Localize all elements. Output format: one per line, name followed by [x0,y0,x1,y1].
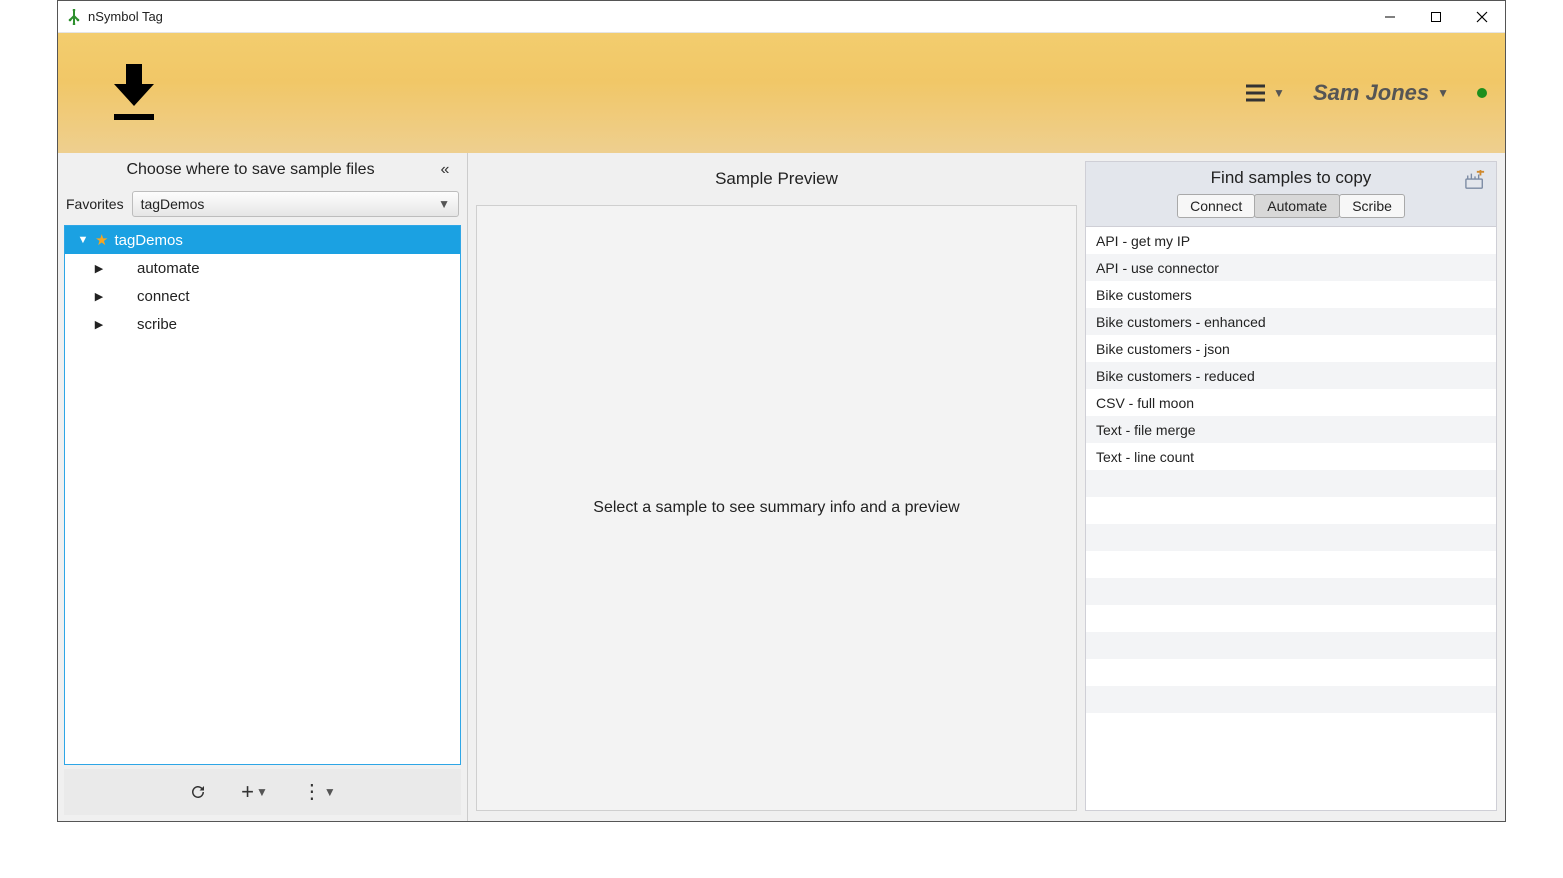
main-menu-button[interactable]: ▼ [1245,84,1285,102]
connection-status-indicator [1477,88,1487,98]
sample-list-item[interactable]: API - get my IP [1086,227,1496,254]
expander-icon[interactable]: ▶ [93,290,105,303]
sample-list-item [1086,578,1496,605]
preview-placeholder: Select a sample to see summary info and … [593,499,959,517]
samples-title: Find samples to copy [1096,168,1486,188]
refresh-button[interactable] [189,783,207,801]
sample-list-item[interactable]: Bike customers - reduced [1086,362,1496,389]
sample-list-item[interactable]: Bike customers - json [1086,335,1496,362]
chevron-down-icon: ▼ [438,197,450,211]
sample-list-item [1086,686,1496,713]
tree-root-tagdemos[interactable]: ▼ ★ tagDemos [65,226,460,254]
sample-list-item [1086,497,1496,524]
sample-list-item[interactable]: CSV - full moon [1086,389,1496,416]
sample-list-item [1086,713,1496,740]
main-area: Choose where to save sample files « Favo… [58,153,1505,821]
window-maximize-button[interactable] [1413,1,1459,33]
samples-header: Find samples to copy Connect Automate Sc… [1085,161,1497,226]
tree-node-scribe[interactable]: ▶ scribe [65,310,460,338]
add-button[interactable]: +▼ [241,781,268,803]
user-menu[interactable]: Sam Jones ▼ [1313,80,1449,106]
sample-list[interactable]: API - get my IPAPI - use connectorBike c… [1085,226,1497,811]
tree-node-label: automate [137,260,200,277]
sample-list-item [1086,524,1496,551]
chevron-down-icon: ▼ [1437,86,1449,100]
left-panel-header: Choose where to save sample files « [58,153,467,187]
app-icon [66,9,82,25]
download-icon[interactable] [76,60,162,127]
sample-list-item[interactable]: API - use connector [1086,254,1496,281]
user-name-label: Sam Jones [1313,80,1429,106]
tab-automate[interactable]: Automate [1254,194,1340,218]
sample-list-item [1086,605,1496,632]
sample-list-item [1086,659,1496,686]
preview-panel: Sample Preview Select a sample to see su… [468,153,1085,821]
sample-category-tabs: Connect Automate Scribe [1096,194,1486,218]
window-minimize-button[interactable] [1367,1,1413,33]
titlebar: nSymbol Tag [58,1,1505,33]
tree-node-label: connect [137,288,190,305]
more-actions-button[interactable]: ⋮▼ [302,782,336,802]
favorites-selected-value: tagDemos [141,196,205,212]
tab-scribe[interactable]: Scribe [1339,194,1405,218]
window-close-button[interactable] [1459,1,1505,33]
tree-node-automate[interactable]: ▶ automate [65,254,460,282]
star-icon: ★ [95,231,108,249]
collapse-left-panel-button[interactable]: « [433,161,457,179]
save-location-panel: Choose where to save sample files « Favo… [58,153,468,821]
sample-list-item[interactable]: Text - line count [1086,443,1496,470]
sample-list-item [1086,632,1496,659]
favorites-row: Favorites tagDemos ▼ [58,187,467,221]
samples-settings-icon[interactable] [1464,170,1486,193]
sample-list-item [1086,551,1496,578]
preview-body: Select a sample to see summary info and … [476,205,1077,811]
chevron-down-icon: ▼ [1273,86,1285,100]
sample-list-item[interactable]: Bike customers - enhanced [1086,308,1496,335]
folder-tree[interactable]: ▼ ★ tagDemos ▶ automate ▶ connect ▶ [64,225,461,765]
favorites-label: Favorites [66,196,124,212]
sample-list-item[interactable]: Text - file merge [1086,416,1496,443]
banner: ▼ Sam Jones ▼ [58,33,1505,153]
sample-list-item[interactable]: Bike customers [1086,281,1496,308]
window-title: nSymbol Tag [88,9,163,24]
favorites-dropdown[interactable]: tagDemos ▼ [132,191,459,217]
app-window: nSymbol Tag ▼ Sa [57,0,1506,822]
sample-list-item [1086,470,1496,497]
left-panel-title: Choose where to save sample files [68,161,433,179]
tab-connect[interactable]: Connect [1177,194,1255,218]
expander-icon[interactable]: ▶ [93,318,105,331]
tree-node-connect[interactable]: ▶ connect [65,282,460,310]
tree-node-label: tagDemos [114,232,182,249]
preview-title: Sample Preview [468,153,1085,205]
samples-panel: Find samples to copy Connect Automate Sc… [1085,153,1505,821]
expander-icon[interactable]: ▶ [93,262,105,275]
tree-node-label: scribe [137,316,177,333]
expander-icon[interactable]: ▼ [77,234,89,246]
left-panel-toolbar: +▼ ⋮▼ [64,769,461,815]
